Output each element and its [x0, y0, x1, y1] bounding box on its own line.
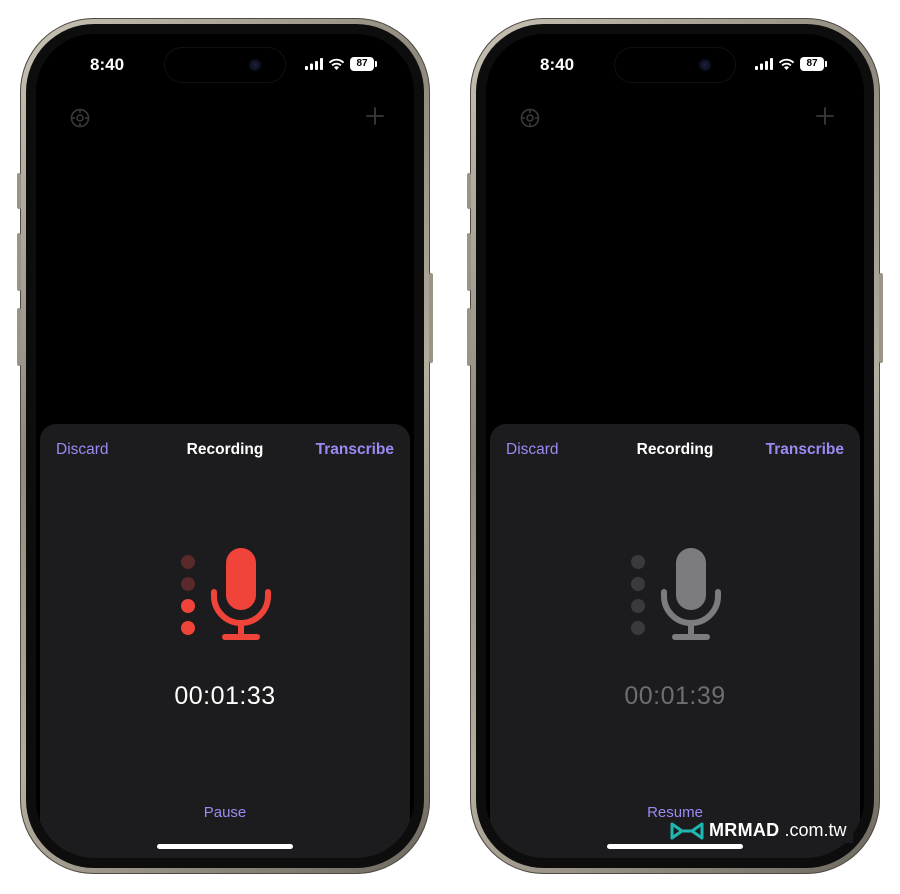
home-indicator[interactable] [607, 844, 743, 849]
plus-icon[interactable] [365, 106, 385, 126]
transcribe-button[interactable]: Transcribe [316, 441, 394, 459]
status-time: 8:40 [90, 55, 125, 74]
bezel: 8:40 87 Discard Recording Transcribe 00:… [476, 24, 874, 868]
status-icons: 87 [755, 57, 827, 71]
camera-icon [249, 59, 261, 71]
signal-icon [755, 58, 773, 70]
settings-gear-icon[interactable] [69, 107, 91, 129]
mrmad-logo-icon [670, 822, 704, 839]
recording-sheet: Discard Recording Transcribe [40, 424, 410, 858]
signal-icon [305, 58, 323, 70]
bezel: 8:40 87 Discard Recording Transcribe 00:… [26, 24, 424, 868]
phone-right: 8:40 87 Discard Recording Transcribe 00:… [467, 18, 883, 874]
power-button [429, 273, 433, 363]
camera-icon [699, 59, 711, 71]
sheet-header: Discard Recording Transcribe [40, 441, 410, 461]
recording-timer: 00:01:33 [174, 682, 276, 710]
dynamic-island [165, 48, 285, 82]
screen: 8:40 87 Discard Recording Transcribe 00:… [36, 34, 414, 858]
battery-icon: 87 [800, 57, 827, 71]
wifi-icon [328, 58, 345, 70]
status-icons: 87 [305, 57, 377, 71]
settings-gear-icon[interactable] [519, 107, 541, 129]
phone-left: 8:40 87 Discard Recording Transcribe 00:… [17, 18, 433, 874]
transcribe-button[interactable]: Transcribe [766, 441, 844, 459]
volume-up-button [17, 233, 21, 291]
power-button [879, 273, 883, 363]
home-indicator[interactable] [157, 844, 293, 849]
battery-icon: 87 [350, 57, 377, 71]
volume-up-button [467, 233, 471, 291]
status-time: 8:40 [540, 55, 575, 74]
dynamic-island [615, 48, 735, 82]
side-button [17, 173, 21, 209]
sheet-header: Discard Recording Transcribe [490, 441, 860, 461]
mic-indicator [170, 548, 280, 648]
volume-down-button [17, 308, 21, 366]
microphone-icon [211, 548, 271, 640]
watermark-domain: .com.tw [784, 820, 847, 840]
plus-icon[interactable] [815, 106, 835, 126]
recording-timer: 00:01:39 [624, 682, 726, 710]
microphone-icon [661, 548, 721, 640]
screen: 8:40 87 Discard Recording Transcribe 00:… [486, 34, 864, 858]
level-dots [631, 555, 645, 635]
wifi-icon [778, 58, 795, 70]
volume-down-button [467, 308, 471, 366]
recording-sheet: Discard Recording Transcribe [490, 424, 860, 858]
level-dots [181, 555, 195, 635]
mic-indicator [620, 548, 730, 648]
pause-button[interactable]: Pause [40, 804, 410, 821]
side-button [467, 173, 471, 209]
watermark: MRMAD .com.tw [666, 818, 853, 843]
watermark-brand: MRMAD [709, 820, 780, 840]
